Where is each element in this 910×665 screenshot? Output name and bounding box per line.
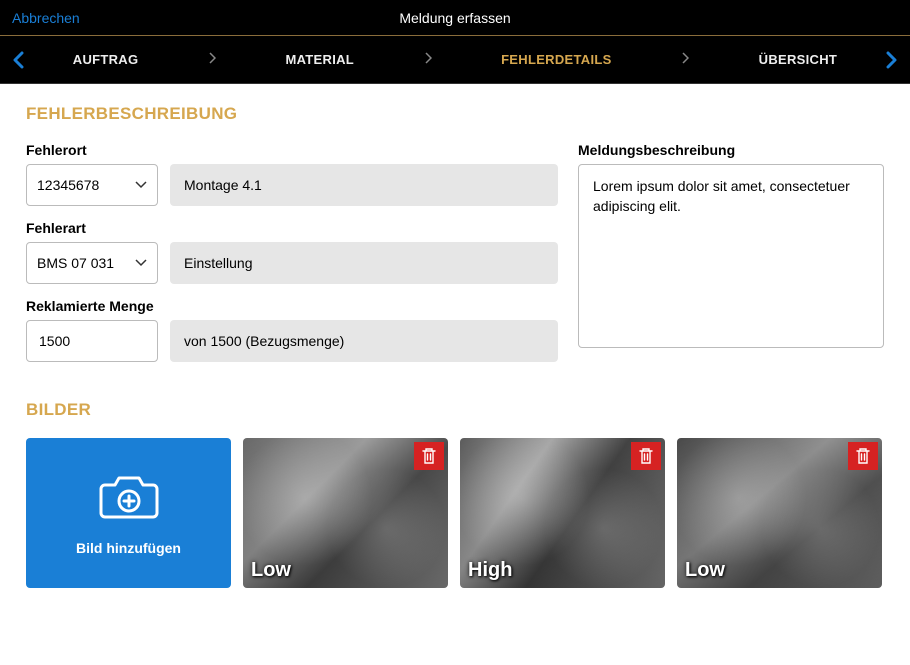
fehlerart-description: Einstellung (170, 242, 558, 284)
fehlerart-value: BMS 07 031 (37, 255, 114, 271)
fehlerort-value: 12345678 (37, 177, 99, 193)
nav-next-button[interactable] (882, 50, 902, 70)
step-nav: AUFTRAG MATERIAL FEHLERDETAILS ÜBERSICHT (0, 36, 910, 84)
image-thumb-label: High (468, 559, 512, 582)
nav-step-material[interactable]: MATERIAL (285, 52, 354, 67)
delete-image-button[interactable] (631, 442, 661, 470)
label-reklamierte-menge: Reklamierte Menge (26, 298, 558, 314)
section-title-bilder: BILDER (26, 400, 884, 420)
fehlerort-dropdown[interactable]: 12345678 (26, 164, 158, 206)
header-bar: Abbrechen Meldung erfassen (0, 0, 910, 36)
reklamierte-menge-value: 1500 (39, 333, 70, 349)
chevron-right-icon (681, 51, 689, 69)
fehlerart-dropdown[interactable]: BMS 07 031 (26, 242, 158, 284)
label-fehlerort: Fehlerort (26, 142, 558, 158)
trash-icon (855, 447, 871, 465)
chevron-right-icon (424, 51, 432, 69)
camera-plus-icon (99, 471, 159, 526)
chevron-down-icon (135, 259, 147, 267)
image-thumb-label: Low (685, 559, 725, 582)
page-title: Meldung erfassen (399, 10, 510, 26)
label-meldungsbeschreibung: Meldungsbeschreibung (578, 142, 884, 158)
fehlerort-description: Montage 4.1 (170, 164, 558, 206)
trash-icon (421, 447, 437, 465)
nav-prev-button[interactable] (8, 50, 28, 70)
image-thumb-label: Low (251, 559, 291, 582)
nav-step-uebersicht[interactable]: ÜBERSICHT (759, 52, 838, 67)
cancel-button[interactable]: Abbrechen (12, 10, 80, 26)
delete-image-button[interactable] (414, 442, 444, 470)
label-fehlerart: Fehlerart (26, 220, 558, 236)
image-thumb[interactable]: High (460, 438, 665, 588)
image-thumb[interactable]: Low (677, 438, 882, 588)
delete-image-button[interactable] (848, 442, 878, 470)
chevron-left-icon (11, 51, 25, 69)
add-image-button[interactable]: Bild hinzufügen (26, 438, 231, 588)
add-image-label: Bild hinzufügen (76, 540, 181, 556)
chevron-down-icon (135, 181, 147, 189)
chevron-right-icon (885, 51, 899, 69)
meldungsbeschreibung-textarea[interactable] (578, 164, 884, 348)
nav-step-auftrag[interactable]: AUFTRAG (73, 52, 139, 67)
section-title-fehlerbeschreibung: FEHLERBESCHREIBUNG (26, 104, 884, 124)
nav-step-fehlerdetails[interactable]: FEHLERDETAILS (501, 52, 612, 67)
reklamierte-menge-input[interactable]: 1500 (26, 320, 158, 362)
chevron-right-icon (208, 51, 216, 69)
reklamierte-menge-description: von 1500 (Bezugsmenge) (170, 320, 558, 362)
trash-icon (638, 447, 654, 465)
image-thumb[interactable]: Low (243, 438, 448, 588)
